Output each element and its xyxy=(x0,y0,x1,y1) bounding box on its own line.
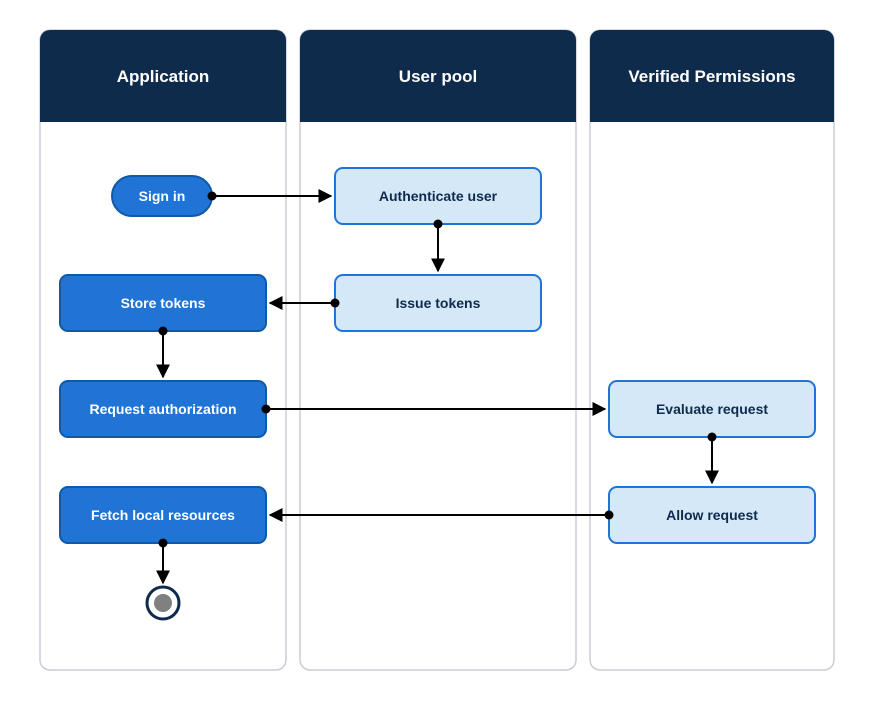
node-evaluate-request-label: Evaluate request xyxy=(656,401,768,417)
node-issue-tokens-label: Issue tokens xyxy=(396,295,481,311)
node-authenticate-user: Authenticate user xyxy=(335,168,541,224)
node-request-authorization-label: Request authorization xyxy=(89,401,236,417)
node-sign-in-label: Sign in xyxy=(139,188,186,204)
node-store-tokens: Store tokens xyxy=(60,275,266,331)
node-authenticate-user-label: Authenticate user xyxy=(379,188,498,204)
node-allow-request: Allow request xyxy=(609,487,815,543)
node-request-authorization: Request authorization xyxy=(60,381,266,437)
swimlane-diagram: Application User pool Verified Permissio… xyxy=(0,0,874,705)
lane-title-application: Application xyxy=(117,67,210,86)
lane-title-verified-permissions: Verified Permissions xyxy=(628,67,795,86)
node-evaluate-request: Evaluate request xyxy=(609,381,815,437)
node-fetch-local-resources-label: Fetch local resources xyxy=(91,507,235,523)
lane-title-user-pool: User pool xyxy=(399,67,477,86)
node-fetch-local-resources: Fetch local resources xyxy=(60,487,266,543)
lane-user-pool: User pool xyxy=(300,30,576,670)
node-issue-tokens: Issue tokens xyxy=(335,275,541,331)
node-allow-request-label: Allow request xyxy=(666,507,758,523)
node-store-tokens-label: Store tokens xyxy=(121,295,206,311)
lane-verified-permissions: Verified Permissions xyxy=(590,30,834,670)
end-node-icon xyxy=(147,587,179,619)
node-sign-in: Sign in xyxy=(112,176,212,216)
